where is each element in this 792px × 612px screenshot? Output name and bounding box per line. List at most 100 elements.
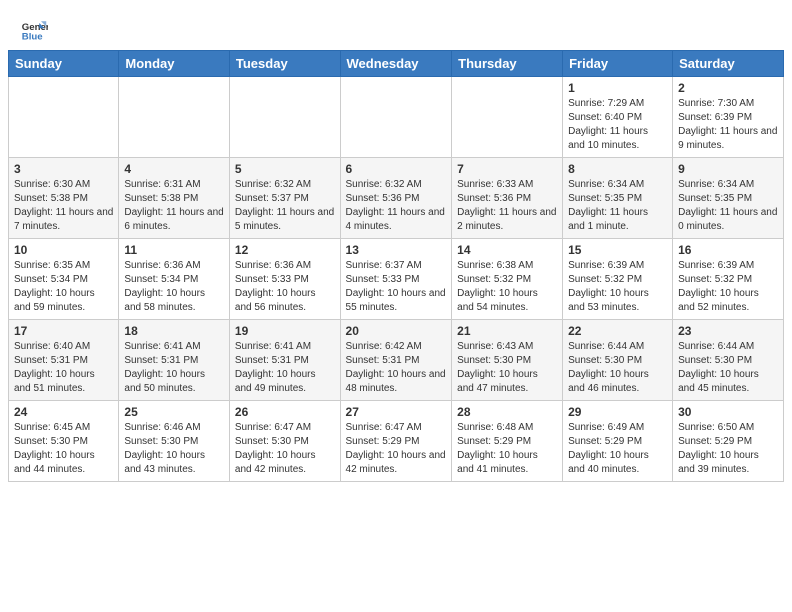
day-number: 30	[678, 405, 778, 419]
calendar-week-1: 1Sunrise: 7:29 AM Sunset: 6:40 PM Daylig…	[9, 77, 784, 158]
calendar-week-3: 10 Sunrise: 6:35 AM Sunset: 5:34 PM Dayli…	[9, 239, 784, 320]
logo: General Blue	[20, 16, 48, 44]
calendar-cell: 27 Sunrise: 6:47 AM Sunset: 5:29 PM Dayli…	[340, 401, 452, 482]
calendar-cell: 24 Sunrise: 6:45 AM Sunset: 5:30 PM Dayli…	[9, 401, 119, 482]
day-info: Sunrise: 6:36 AM Sunset: 5:34 PM Dayligh…	[124, 259, 224, 315]
calendar-cell: 29 Sunrise: 6:49 AM Sunset: 5:29 PM Dayli…	[563, 401, 673, 482]
calendar-cell: 16 Sunrise: 6:39 AM Sunset: 5:32 PM Dayli…	[673, 239, 784, 320]
page-header: General Blue	[0, 0, 792, 50]
day-info: Sunrise: 6:33 AM Sunset: 5:36 PM Dayligh…	[457, 178, 557, 234]
weekday-header-tuesday: Tuesday	[229, 51, 340, 77]
calendar-cell	[229, 77, 340, 158]
calendar-cell: 23 Sunrise: 6:44 AM Sunset: 5:30 PM Dayli…	[673, 320, 784, 401]
calendar-cell	[119, 77, 230, 158]
day-number: 28	[457, 405, 557, 419]
day-info: Sunrise: 6:43 AM Sunset: 5:30 PM Dayligh…	[457, 340, 557, 396]
day-info: Sunrise: 6:32 AM Sunset: 5:37 PM Dayligh…	[235, 178, 335, 234]
calendar-cell: 20Sunrise: 6:42 AM Sunset: 5:31 PM Dayli…	[340, 320, 452, 401]
calendar-cell: 2 Sunrise: 7:30 AM Sunset: 6:39 PM Daylig…	[673, 77, 784, 158]
calendar-cell: 18 Sunrise: 6:41 AM Sunset: 5:31 PM Dayli…	[119, 320, 230, 401]
calendar-cell: 12 Sunrise: 6:36 AM Sunset: 5:33 PM Dayli…	[229, 239, 340, 320]
day-info: Sunrise: 6:31 AM Sunset: 5:38 PM Dayligh…	[124, 178, 224, 234]
day-info: Sunrise: 7:29 AM Sunset: 6:40 PM Dayligh…	[568, 97, 667, 153]
day-number: 21	[457, 324, 557, 338]
day-number: 6	[346, 162, 447, 176]
day-info: Sunrise: 6:32 AM Sunset: 5:36 PM Dayligh…	[346, 178, 447, 234]
day-number: 14	[457, 243, 557, 257]
day-number: 12	[235, 243, 335, 257]
calendar-cell: 25 Sunrise: 6:46 AM Sunset: 5:30 PM Dayli…	[119, 401, 230, 482]
day-info: Sunrise: 6:41 AM Sunset: 5:31 PM Dayligh…	[124, 340, 224, 396]
day-number: 23	[678, 324, 778, 338]
calendar-cell: 1Sunrise: 7:29 AM Sunset: 6:40 PM Daylig…	[563, 77, 673, 158]
calendar-cell: 6 Sunrise: 6:32 AM Sunset: 5:36 PM Daylig…	[340, 158, 452, 239]
day-number: 9	[678, 162, 778, 176]
calendar-cell: 28 Sunrise: 6:48 AM Sunset: 5:29 PM Dayli…	[452, 401, 563, 482]
day-info: Sunrise: 6:41 AM Sunset: 5:31 PM Dayligh…	[235, 340, 335, 396]
day-info: Sunrise: 6:45 AM Sunset: 5:30 PM Dayligh…	[14, 421, 113, 477]
day-info: Sunrise: 6:30 AM Sunset: 5:38 PM Dayligh…	[14, 178, 113, 234]
calendar-cell: 22 Sunrise: 6:44 AM Sunset: 5:30 PM Dayli…	[563, 320, 673, 401]
day-info: Sunrise: 7:30 AM Sunset: 6:39 PM Dayligh…	[678, 97, 778, 153]
calendar-cell: 7 Sunrise: 6:33 AM Sunset: 5:36 PM Daylig…	[452, 158, 563, 239]
calendar-cell: 11 Sunrise: 6:36 AM Sunset: 5:34 PM Dayli…	[119, 239, 230, 320]
day-info: Sunrise: 6:37 AM Sunset: 5:33 PM Dayligh…	[346, 259, 447, 315]
calendar-cell	[452, 77, 563, 158]
day-number: 11	[124, 243, 224, 257]
day-number: 5	[235, 162, 335, 176]
calendar-cell	[340, 77, 452, 158]
day-info: Sunrise: 6:47 AM Sunset: 5:30 PM Dayligh…	[235, 421, 335, 477]
day-number: 8	[568, 162, 667, 176]
calendar-week-4: 17 Sunrise: 6:40 AM Sunset: 5:31 PM Dayli…	[9, 320, 784, 401]
day-number: 15	[568, 243, 667, 257]
calendar-cell: 17 Sunrise: 6:40 AM Sunset: 5:31 PM Dayli…	[9, 320, 119, 401]
day-number: 3	[14, 162, 113, 176]
day-number: 2	[678, 81, 778, 95]
day-info: Sunrise: 6:39 AM Sunset: 5:32 PM Dayligh…	[568, 259, 667, 315]
weekday-header-sunday: Sunday	[9, 51, 119, 77]
day-info: Sunrise: 6:44 AM Sunset: 5:30 PM Dayligh…	[678, 340, 778, 396]
calendar-cell: 19Sunrise: 6:41 AM Sunset: 5:31 PM Dayli…	[229, 320, 340, 401]
day-info: Sunrise: 6:44 AM Sunset: 5:30 PM Dayligh…	[568, 340, 667, 396]
day-info: Sunrise: 6:47 AM Sunset: 5:29 PM Dayligh…	[346, 421, 447, 477]
day-info: Sunrise: 6:42 AM Sunset: 5:31 PM Dayligh…	[346, 340, 447, 396]
day-info: Sunrise: 6:40 AM Sunset: 5:31 PM Dayligh…	[14, 340, 113, 396]
day-info: Sunrise: 6:34 AM Sunset: 5:35 PM Dayligh…	[568, 178, 667, 234]
day-number: 22	[568, 324, 667, 338]
day-number: 29	[568, 405, 667, 419]
day-info: Sunrise: 6:39 AM Sunset: 5:32 PM Dayligh…	[678, 259, 778, 315]
weekday-header-monday: Monday	[119, 51, 230, 77]
day-info: Sunrise: 6:34 AM Sunset: 5:35 PM Dayligh…	[678, 178, 778, 234]
day-info: Sunrise: 6:48 AM Sunset: 5:29 PM Dayligh…	[457, 421, 557, 477]
day-number: 27	[346, 405, 447, 419]
day-number: 17	[14, 324, 113, 338]
weekday-header-friday: Friday	[563, 51, 673, 77]
calendar-cell: 10 Sunrise: 6:35 AM Sunset: 5:34 PM Dayli…	[9, 239, 119, 320]
day-number: 25	[124, 405, 224, 419]
day-number: 26	[235, 405, 335, 419]
svg-text:Blue: Blue	[22, 32, 43, 43]
calendar-cell: 8 Sunrise: 6:34 AM Sunset: 5:35 PM Daylig…	[563, 158, 673, 239]
calendar-table: SundayMondayTuesdayWednesdayThursdayFrid…	[8, 50, 784, 482]
calendar-cell: 4 Sunrise: 6:31 AM Sunset: 5:38 PM Daylig…	[119, 158, 230, 239]
calendar-wrapper: SundayMondayTuesdayWednesdayThursdayFrid…	[0, 50, 792, 490]
calendar-cell	[9, 77, 119, 158]
day-number: 4	[124, 162, 224, 176]
day-info: Sunrise: 6:36 AM Sunset: 5:33 PM Dayligh…	[235, 259, 335, 315]
day-info: Sunrise: 6:50 AM Sunset: 5:29 PM Dayligh…	[678, 421, 778, 477]
calendar-cell: 9 Sunrise: 6:34 AM Sunset: 5:35 PM Daylig…	[673, 158, 784, 239]
calendar-header: SundayMondayTuesdayWednesdayThursdayFrid…	[9, 51, 784, 77]
calendar-week-2: 3 Sunrise: 6:30 AM Sunset: 5:38 PM Daylig…	[9, 158, 784, 239]
calendar-cell: 15 Sunrise: 6:39 AM Sunset: 5:32 PM Dayli…	[563, 239, 673, 320]
day-info: Sunrise: 6:49 AM Sunset: 5:29 PM Dayligh…	[568, 421, 667, 477]
logo-icon: General Blue	[20, 16, 48, 44]
day-number: 18	[124, 324, 224, 338]
day-number: 16	[678, 243, 778, 257]
day-info: Sunrise: 6:35 AM Sunset: 5:34 PM Dayligh…	[14, 259, 113, 315]
day-number: 7	[457, 162, 557, 176]
day-info: Sunrise: 6:38 AM Sunset: 5:32 PM Dayligh…	[457, 259, 557, 315]
calendar-body: 1Sunrise: 7:29 AM Sunset: 6:40 PM Daylig…	[9, 77, 784, 482]
day-info: Sunrise: 6:46 AM Sunset: 5:30 PM Dayligh…	[124, 421, 224, 477]
day-number: 10	[14, 243, 113, 257]
day-number: 24	[14, 405, 113, 419]
